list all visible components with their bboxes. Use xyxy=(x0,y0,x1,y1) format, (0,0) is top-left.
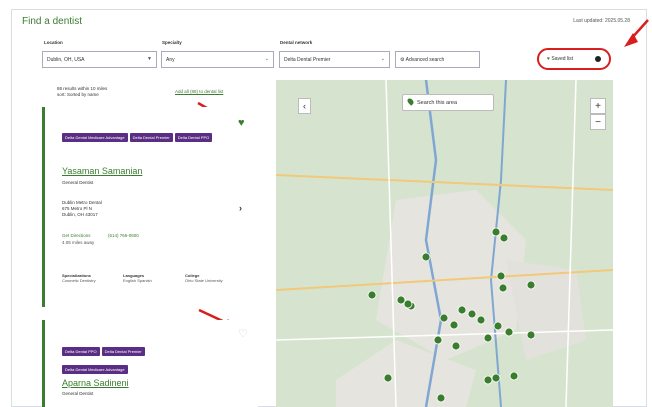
zoom-out-button[interactable]: − xyxy=(590,114,606,130)
dentist-role: General Dentist xyxy=(62,391,94,396)
map-pin xyxy=(436,393,446,403)
network-label: Dental network xyxy=(280,40,313,45)
specialty-label: Specialty xyxy=(162,40,182,45)
map-pin xyxy=(449,320,459,330)
phone-link[interactable]: (614) 766-0600 xyxy=(108,233,139,238)
network-tag: Delta Dental Medicare Advantage xyxy=(62,365,128,374)
location-value: Dublin, OH, USA xyxy=(47,57,85,63)
collapse-map-button[interactable]: ‹ xyxy=(298,98,311,114)
add-all-link[interactable]: Add all (88) to dental list xyxy=(175,89,223,94)
map-pin xyxy=(483,375,493,385)
chevron-down-icon: ⌄ xyxy=(380,56,385,62)
college-info: College Ohio State University xyxy=(185,273,223,283)
map-pin xyxy=(526,330,536,340)
network-tags: Delta Dental Medicare Advantage Delta Den… xyxy=(62,126,237,144)
network-tag: Delta Dental PPO xyxy=(174,133,213,142)
map-view[interactable]: ‹ Search this area + − xyxy=(276,80,613,407)
specialty-select[interactable]: Any ⌄ xyxy=(161,51,274,68)
map-pin xyxy=(476,315,486,325)
languages-info: Languages English Spanish xyxy=(123,273,152,283)
map-pin xyxy=(499,233,509,243)
map-pin xyxy=(483,333,493,343)
saved-list-button[interactable]: ♥ Saved list xyxy=(537,48,611,70)
map-pin xyxy=(451,341,461,351)
last-updated: Last updated: 2025.05.28 xyxy=(573,18,630,24)
map-pin xyxy=(493,321,503,331)
heart-outline-icon[interactable]: ♡ xyxy=(238,327,248,340)
saved-list-label: Saved list xyxy=(551,56,574,62)
saved-count-badge xyxy=(595,56,601,62)
heart-icon: ♥ xyxy=(547,56,550,62)
distance: 4.06 miles away xyxy=(62,240,95,245)
map-pin xyxy=(421,252,431,262)
search-area-button[interactable]: Search this area xyxy=(402,94,494,111)
dentist-card[interactable]: Delta Dental Medicare Advantage Delta Den… xyxy=(42,107,258,307)
specializations-info: Specializations Cosmetic Dentistry xyxy=(62,273,96,283)
zoom-in-button[interactable]: + xyxy=(590,98,606,114)
map-pin xyxy=(504,327,514,337)
specialty-value: Any xyxy=(166,57,175,63)
page-title: Find a dentist xyxy=(22,16,83,27)
results-summary: 88 results within 10 miles sort: Sorted … xyxy=(57,86,107,98)
dentist-card[interactable]: Delta Dental PPO Delta Dental Premier Delt… xyxy=(42,320,258,407)
address-line: Dublin, OH 43017 xyxy=(62,212,98,217)
results-sort[interactable]: sort: Sorted by name xyxy=(57,92,107,98)
network-select[interactable]: Delta Dental Premier ⌄ xyxy=(279,51,390,68)
chevron-down-icon: ▼ xyxy=(147,56,152,62)
advanced-search-label: Advanced search xyxy=(405,57,445,63)
map-pin xyxy=(467,309,477,319)
network-tags: Delta Dental PPO Delta Dental Premier Delt… xyxy=(62,340,212,376)
search-area-label: Search this area xyxy=(417,100,458,106)
heart-filled-icon[interactable]: ♥ xyxy=(238,117,245,129)
map-pin xyxy=(491,227,501,237)
network-value: Delta Dental Premier xyxy=(284,57,331,63)
map-pin xyxy=(457,305,467,315)
map-pin xyxy=(383,373,393,383)
map-pin xyxy=(496,271,506,281)
location-select[interactable]: Dublin, OH, USA ▼ xyxy=(42,51,157,68)
location-label: Location xyxy=(44,40,63,45)
map-pin xyxy=(433,335,443,345)
directions-link[interactable]: Get Directions xyxy=(62,233,91,238)
map-pin xyxy=(509,371,519,381)
map-pin-icon xyxy=(406,97,415,106)
map-pin xyxy=(439,313,449,323)
map-pin xyxy=(367,290,377,300)
advanced-search-button[interactable]: ⚙ Advanced search xyxy=(395,51,480,68)
map-pin xyxy=(498,283,508,293)
network-tag: Delta Dental Premier xyxy=(129,133,173,142)
sliders-icon: ⚙ xyxy=(400,57,405,63)
map-pin xyxy=(491,373,501,383)
network-tag: Delta Dental PPO xyxy=(62,347,100,356)
dentist-role: General Dentist xyxy=(62,180,94,185)
network-tag: Delta Dental Medicare Advantage xyxy=(62,133,128,142)
map-pin xyxy=(526,280,536,290)
dentist-name-link[interactable]: Aparna Sadineni xyxy=(62,378,129,388)
network-tag: Delta Dental Premier xyxy=(101,347,145,356)
chevron-right-icon[interactable]: › xyxy=(239,203,242,213)
map-canvas xyxy=(276,80,613,407)
dentist-name-link[interactable]: Yasaman Samanian xyxy=(62,166,142,176)
chevron-down-icon: ⌄ xyxy=(264,56,269,62)
map-pin xyxy=(403,299,413,309)
practice-address: Dublin Metro Dental 675 Metro Pl N Dubli… xyxy=(62,200,102,218)
